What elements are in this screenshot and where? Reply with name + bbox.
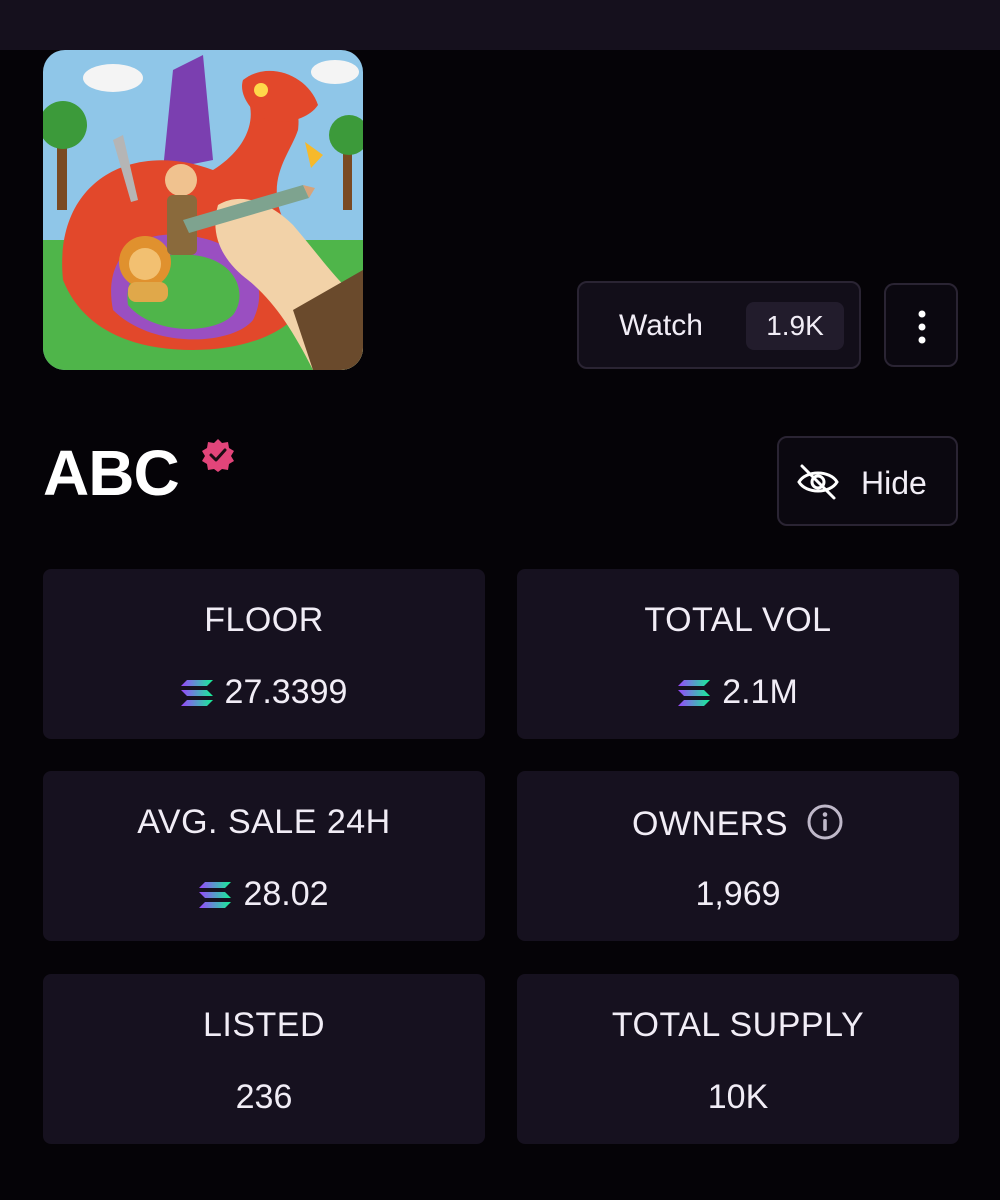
watch-button[interactable]: Watch 1.9K xyxy=(577,281,861,369)
verified-badge-icon xyxy=(202,439,234,472)
hide-label: Hide xyxy=(861,465,927,501)
stat-value: 28.02 xyxy=(43,875,485,914)
total-vol-value: 2.1M xyxy=(722,673,798,711)
stat-value: 27.3399 xyxy=(43,673,485,712)
total-supply-value: 10K xyxy=(707,1078,769,1116)
stat-value: 2.1M xyxy=(517,673,959,712)
stat-label: OWNERS xyxy=(517,803,959,844)
collection-image xyxy=(43,50,363,370)
stat-label: FLOOR xyxy=(204,601,324,639)
eye-off-icon xyxy=(797,464,839,500)
owners-label: OWNERS xyxy=(632,805,788,843)
stat-card-avg-sale: AVG. SALE 24H 28.02 xyxy=(43,771,485,941)
info-icon[interactable] xyxy=(806,803,844,841)
hide-button[interactable]: Hide xyxy=(777,436,958,526)
solana-icon xyxy=(199,882,232,908)
stat-label: AVG. SALE 24H xyxy=(137,803,391,841)
top-bar xyxy=(0,0,1000,50)
more-vertical-icon xyxy=(918,310,926,344)
stat-card-listed: LISTED 236 xyxy=(43,974,485,1144)
stat-card-total-supply: TOTAL SUPPLY 10K xyxy=(517,974,959,1144)
collection-title: ABC xyxy=(43,437,180,509)
more-options-button[interactable] xyxy=(884,283,958,367)
stat-label: TOTAL VOL xyxy=(644,601,832,639)
stat-label: TOTAL SUPPLY xyxy=(611,1006,865,1044)
stat-card-floor: FLOOR 27.3399 xyxy=(43,569,485,739)
watch-label: Watch xyxy=(619,309,703,342)
owners-value: 1,969 xyxy=(695,875,781,913)
listed-value: 236 xyxy=(235,1078,293,1116)
avg-sale-value: 28.02 xyxy=(243,875,329,913)
solana-icon xyxy=(180,680,213,706)
floor-value: 27.3399 xyxy=(224,673,348,711)
stat-label: LISTED xyxy=(202,1006,326,1044)
stat-card-total-vol: TOTAL VOL 2.1M xyxy=(517,569,959,739)
stat-card-owners: OWNERS 1,969 xyxy=(517,771,959,941)
watch-count-badge: 1.9K xyxy=(746,302,844,350)
solana-icon xyxy=(678,680,711,706)
